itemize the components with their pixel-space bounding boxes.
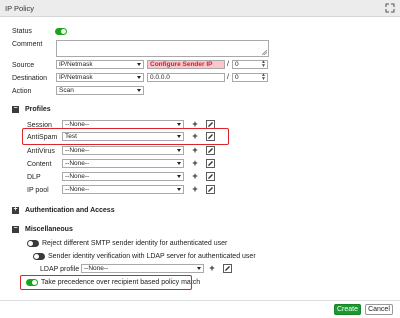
chevron-down-icon [137,89,141,92]
ldap-profile-label: LDAP profile [40,266,80,273]
reject-smtp-label: Reject different SMTP sender identity fo… [42,240,228,247]
minus-square-icon[interactable]: − [12,225,19,233]
edit-icon[interactable] [223,264,232,273]
edit-icon[interactable] [206,146,215,155]
edit-icon[interactable] [206,159,215,168]
plus-icon[interactable]: + [190,172,200,181]
ldap-profile-select[interactable]: --None-- [81,264,204,273]
reject-smtp-toggle[interactable] [27,240,39,247]
chevron-down-icon [177,149,181,152]
session-value: --None-- [65,121,90,128]
cancel-button[interactable]: Cancel [365,304,393,315]
precedence-highlight [20,275,192,290]
source-slash: / [227,61,229,68]
dlp-select[interactable]: --None-- [62,172,184,181]
status-toggle[interactable] [55,28,67,35]
chevron-down-icon [177,162,181,165]
chevron-down-icon [197,267,201,270]
chevron-down-icon [137,63,141,66]
plus-icon[interactable]: + [190,146,200,155]
destination-type-value: IP/Netmask [59,74,93,81]
destination-type-select[interactable]: IP/Netmask [56,73,144,82]
misc-section-title: Miscellaneous [25,226,73,233]
chevron-down-icon [137,76,141,79]
dlp-label: DLP [27,174,41,181]
title-bar: IP Policy [0,0,400,17]
plus-icon[interactable]: + [207,264,217,273]
edit-icon[interactable] [206,185,215,194]
plus-square-icon[interactable]: + [12,206,19,214]
comment-label: Comment [12,41,43,48]
antivirus-select[interactable]: --None-- [62,146,184,155]
profiles-section-title: Profiles [25,106,51,113]
destination-prefix-value: 0 [235,74,239,81]
source-prefix-stepper[interactable]: 0 ▲ ▼ [232,60,268,69]
status-label: Status [12,28,32,35]
plus-icon[interactable]: + [190,185,200,194]
sender-ldap-label: Sender identity verification with LDAP s… [48,253,256,260]
create-button[interactable]: Create [334,304,361,315]
action-label: Action [12,88,32,95]
antivirus-label: AntiVirus [27,148,55,155]
sender-ldap-toggle[interactable] [33,253,45,260]
source-ip-input[interactable]: Configure Sender IP [147,60,225,69]
comment-textarea[interactable] [56,40,269,57]
chevron-down-icon [177,123,181,126]
action-value: Scan [59,87,74,94]
antispam-highlight [22,128,229,145]
resize-handle-icon[interactable] [262,50,267,55]
dialog-footer: Create Cancel [0,300,400,318]
plus-icon[interactable]: + [190,159,200,168]
ip-pool-label: IP pool [27,187,49,194]
spinner-arrows-icon[interactable]: ▲ ▼ [261,73,266,82]
source-ip-value: Configure Sender IP [150,61,213,68]
source-type-value: IP/Netmask [59,61,93,68]
source-label: Source [12,62,35,69]
ip-pool-value: --None-- [65,186,90,193]
ip-pool-select[interactable]: --None-- [62,185,184,194]
minus-square-icon[interactable]: − [12,105,19,113]
source-prefix-value: 0 [235,61,239,68]
content-select[interactable]: --None-- [62,159,184,168]
antivirus-value: --None-- [65,147,90,154]
auth-section-title: Authentication and Access [25,207,115,214]
chevron-down-icon [177,175,181,178]
content-value: --None-- [65,160,90,167]
destination-slash: / [227,74,229,81]
ldap-profile-value: --None-- [84,265,109,272]
destination-prefix-stepper[interactable]: 0 ▲ ▼ [232,73,268,82]
source-type-select[interactable]: IP/Netmask [56,60,144,69]
destination-ip-input[interactable]: 0.0.0.0 [147,73,225,82]
edit-icon[interactable] [206,172,215,181]
spinner-arrows-icon[interactable]: ▲ ▼ [261,60,266,69]
destination-label: Destination [12,75,48,82]
chevron-down-icon [177,188,181,191]
expand-icon[interactable] [385,3,395,13]
dlp-value: --None-- [65,173,90,180]
action-select[interactable]: Scan [56,86,144,95]
content-label: Content [27,161,52,168]
window-title: IP Policy [5,4,35,13]
destination-ip-value: 0.0.0.0 [150,74,170,81]
